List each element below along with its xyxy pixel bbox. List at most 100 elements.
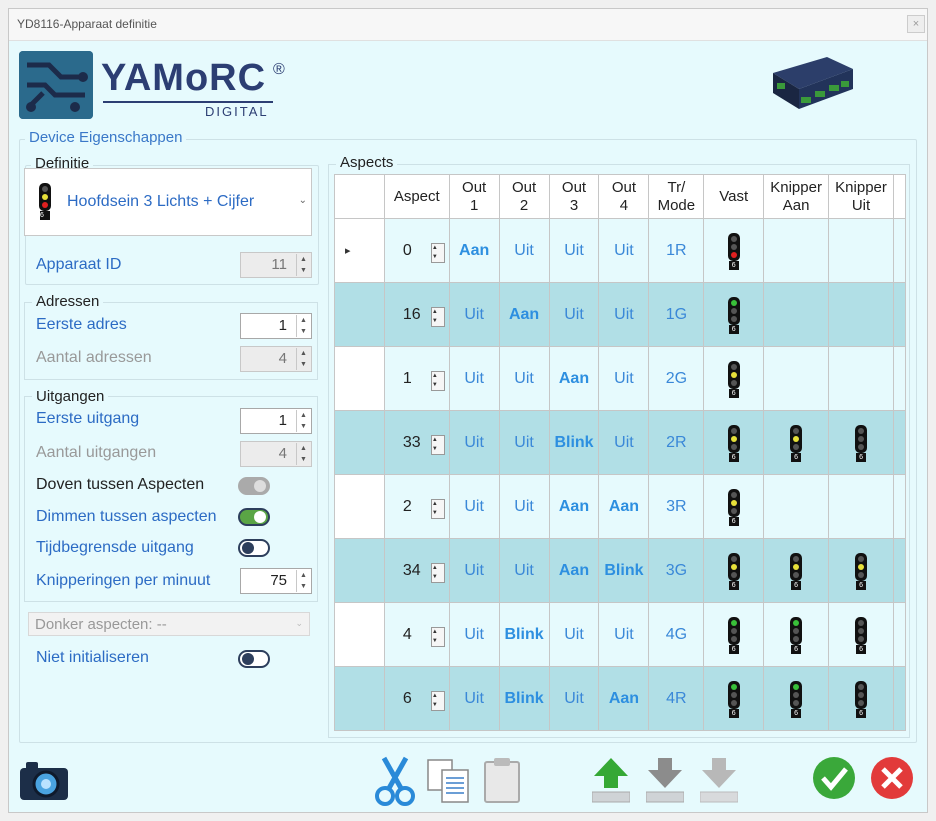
aspect-cell[interactable]: 0 ▲ ▼ bbox=[383, 218, 450, 283]
out1-cell[interactable]: Uit bbox=[448, 538, 500, 603]
header-mode[interactable]: Tr/Mode bbox=[648, 174, 705, 219]
out4-cell[interactable]: Aan bbox=[598, 666, 650, 731]
out4-cell[interactable]: Aan bbox=[598, 474, 650, 539]
table-row[interactable]: 1 ▲ ▼ Uit Uit Aan Uit 2G 6 bbox=[334, 346, 906, 411]
knipper-uit-cell[interactable]: 6 bbox=[828, 410, 894, 475]
header-out4[interactable]: Out 4 bbox=[598, 174, 650, 219]
row-selector[interactable] bbox=[334, 410, 385, 475]
mode-cell[interactable]: 2G bbox=[648, 346, 705, 411]
close-icon[interactable]: × bbox=[907, 15, 925, 33]
knipper-uit-cell[interactable] bbox=[828, 218, 894, 283]
out1-cell[interactable]: Uit bbox=[448, 474, 500, 539]
vast-cell[interactable]: 6 bbox=[703, 538, 765, 603]
out1-cell[interactable]: Uit bbox=[448, 666, 500, 731]
aspect-cell[interactable]: 6 ▲ ▼ bbox=[383, 666, 450, 731]
table-row[interactable]: 34 ▲ ▼ Uit Uit Aan Blink 3G 6 6 6 bbox=[334, 538, 906, 603]
out3-cell[interactable]: Blink bbox=[548, 410, 600, 475]
aspect-cell[interactable]: 34 ▲ ▼ bbox=[383, 538, 450, 603]
header-out1[interactable]: Out 1 bbox=[448, 174, 500, 219]
vast-cell[interactable]: 6 bbox=[703, 410, 765, 475]
table-row[interactable]: 4 ▲ ▼ Uit Blink Uit Uit 4G 6 6 6 bbox=[334, 602, 906, 667]
out4-cell[interactable]: Uit bbox=[598, 218, 650, 283]
vast-cell[interactable]: 6 bbox=[703, 474, 765, 539]
mode-cell[interactable]: 3R bbox=[648, 474, 705, 539]
scissors-icon[interactable] bbox=[374, 756, 416, 810]
out3-cell[interactable]: Uit bbox=[548, 666, 600, 731]
out3-cell[interactable]: Aan bbox=[548, 538, 600, 603]
mode-cell[interactable]: 3G bbox=[648, 538, 705, 603]
header-out2[interactable]: Out 2 bbox=[498, 174, 550, 219]
eerste-uitgang-stepper[interactable]: 1 ▲ ▼ bbox=[240, 408, 312, 434]
out2-cell[interactable]: Blink bbox=[498, 666, 550, 731]
row-selector[interactable] bbox=[334, 346, 385, 411]
out1-cell[interactable]: Uit bbox=[448, 602, 500, 667]
out4-cell[interactable]: Blink bbox=[598, 538, 650, 603]
camera-icon[interactable] bbox=[18, 760, 70, 806]
copy-icon[interactable] bbox=[426, 758, 472, 808]
row-selector[interactable] bbox=[334, 282, 385, 347]
knipper-uit-cell[interactable]: 6 bbox=[828, 666, 894, 731]
out2-cell[interactable]: Uit bbox=[498, 346, 550, 411]
knipper-aan-cell[interactable]: 6 bbox=[763, 410, 830, 475]
row-selector[interactable]: ▸ bbox=[334, 218, 385, 283]
mode-cell[interactable]: 4R bbox=[648, 666, 705, 731]
header-knipper-aan[interactable]: Knipper Aan bbox=[763, 174, 830, 219]
vast-cell[interactable]: 6 bbox=[703, 666, 765, 731]
out4-cell[interactable]: Uit bbox=[598, 282, 650, 347]
table-row[interactable]: 33 ▲ ▼ Uit Uit Blink Uit 2R 6 6 6 bbox=[334, 410, 906, 475]
table-row[interactable]: 2 ▲ ▼ Uit Uit Aan Aan 3R 6 bbox=[334, 474, 906, 539]
tijd-toggle[interactable] bbox=[238, 539, 270, 557]
vast-cell[interactable]: 6 bbox=[703, 282, 765, 347]
row-selector[interactable] bbox=[334, 666, 385, 731]
aspect-cell[interactable]: 4 ▲ ▼ bbox=[383, 602, 450, 667]
out4-cell[interactable]: Uit bbox=[598, 602, 650, 667]
knipper-uit-cell[interactable] bbox=[828, 474, 894, 539]
out2-cell[interactable]: Uit bbox=[498, 538, 550, 603]
knipper-aan-cell[interactable] bbox=[763, 218, 830, 283]
aspect-cell[interactable]: 1 ▲ ▼ bbox=[383, 346, 450, 411]
out4-cell[interactable]: Uit bbox=[598, 410, 650, 475]
knipper-uit-cell[interactable] bbox=[828, 346, 894, 411]
cancel-x-icon[interactable] bbox=[870, 756, 914, 804]
out2-cell[interactable]: Uit bbox=[498, 410, 550, 475]
aspect-cell[interactable]: 2 ▲ ▼ bbox=[383, 474, 450, 539]
out2-cell[interactable]: Blink bbox=[498, 602, 550, 667]
table-row[interactable]: ▸ 0 ▲ ▼ Aan Uit Uit Uit 1R 6 bbox=[334, 218, 906, 283]
out1-cell[interactable]: Uit bbox=[448, 346, 500, 411]
out1-cell[interactable]: Uit bbox=[448, 410, 500, 475]
definitie-select[interactable]: 6 Hoofdsein 3 Lichts + Cijfer ⌄ bbox=[24, 168, 312, 236]
table-row[interactable]: 16 ▲ ▼ Uit Aan Uit Uit 1G 6 bbox=[334, 282, 906, 347]
vast-cell[interactable]: 6 bbox=[703, 602, 765, 667]
row-selector[interactable] bbox=[334, 602, 385, 667]
mode-cell[interactable]: 1G bbox=[648, 282, 705, 347]
out3-cell[interactable]: Uit bbox=[548, 282, 600, 347]
knipper-aan-cell[interactable] bbox=[763, 346, 830, 411]
row-selector[interactable] bbox=[334, 474, 385, 539]
table-row[interactable]: 6 ▲ ▼ Uit Blink Uit Aan 4R 6 6 6 bbox=[334, 666, 906, 731]
aspect-cell[interactable]: 16 ▲ ▼ bbox=[383, 282, 450, 347]
niet-init-toggle[interactable] bbox=[238, 650, 270, 668]
out2-cell[interactable]: Aan bbox=[498, 282, 550, 347]
dimmen-toggle[interactable] bbox=[238, 508, 270, 526]
mode-cell[interactable]: 1R bbox=[648, 218, 705, 283]
out3-cell[interactable]: Uit bbox=[548, 602, 600, 667]
confirm-check-icon[interactable] bbox=[812, 756, 856, 804]
vast-cell[interactable]: 6 bbox=[703, 346, 765, 411]
out3-cell[interactable]: Uit bbox=[548, 218, 600, 283]
out4-cell[interactable]: Uit bbox=[598, 346, 650, 411]
out1-cell[interactable]: Uit bbox=[448, 282, 500, 347]
mode-cell[interactable]: 4G bbox=[648, 602, 705, 667]
header-out3[interactable]: Out 3 bbox=[548, 174, 600, 219]
out2-cell[interactable]: Uit bbox=[498, 218, 550, 283]
out3-cell[interactable]: Aan bbox=[548, 474, 600, 539]
knipper-uit-cell[interactable]: 6 bbox=[828, 602, 894, 667]
knipper-aan-cell[interactable] bbox=[763, 474, 830, 539]
aspect-cell[interactable]: 33 ▲ ▼ bbox=[383, 410, 450, 475]
vast-cell[interactable]: 6 bbox=[703, 218, 765, 283]
knipper-aan-cell[interactable]: 6 bbox=[763, 602, 830, 667]
knipper-uit-cell[interactable] bbox=[828, 282, 894, 347]
upload-icon[interactable] bbox=[591, 756, 631, 808]
header-knipper-uit[interactable]: Knipper Uit bbox=[828, 174, 894, 219]
knipper-stepper[interactable]: 75 ▲ ▼ bbox=[240, 568, 312, 594]
out3-cell[interactable]: Aan bbox=[548, 346, 600, 411]
